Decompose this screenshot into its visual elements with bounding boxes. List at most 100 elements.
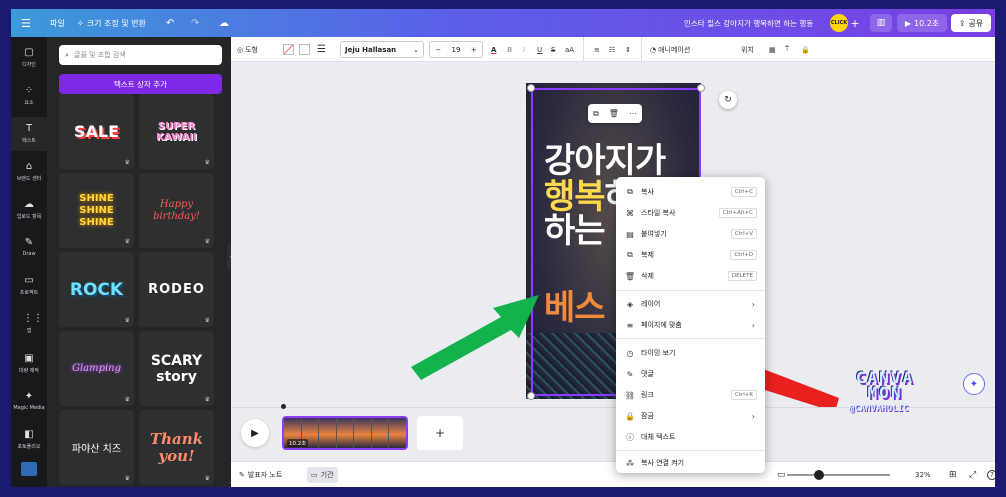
file-menu[interactable]: 파일 [50,9,65,37]
align-center-icon[interactable]: ≡ [583,37,600,62]
text-style-tile[interactable]: Glamping ♛ [59,331,134,406]
align-icon: ≡ [626,320,634,330]
animate-button[interactable]: ◔ 애니메이션 [641,37,690,62]
bold-icon[interactable]: B [507,37,512,62]
undo-icon[interactable]: ↶ [166,9,174,37]
menu-item-copy-style[interactable]: ⌘ 스타일 복사 Ctrl+Alt+C [616,203,765,223]
decrease-size-button[interactable]: − [435,46,441,54]
duration-button[interactable]: ▭ 기간 [307,467,338,483]
text-style-tile[interactable]: Thank you! ♛ [139,410,214,485]
color-swatch-none[interactable] [283,37,294,62]
menu-item-duplicate[interactable]: ⧉ 복제 Ctrl+D [616,245,765,265]
text-style-tile[interactable]: SUPER KAWAII ♛ [139,94,214,169]
grid-view-icon[interactable]: ⊞ [949,462,957,487]
hamburger-icon[interactable]: ☰ [21,9,31,37]
watermark-logo: CANVA MON [839,370,931,401]
text-style-tile[interactable]: SALE ♛ [59,94,134,169]
nav-item-magic-media[interactable]: ✦ Magic Media [11,385,47,419]
text-style-tile[interactable]: Happy birthday! ♛ [139,173,214,248]
menu-item-delete[interactable]: 🗑 삭제 DELETE [616,266,765,286]
font-size-stepper[interactable]: − 19 + [429,41,483,58]
document-title[interactable]: 인스타 릴스 강아지가 행복하면 하는 행동 [684,9,813,37]
strikethrough-icon[interactable]: S [551,37,555,62]
nav-item-projects[interactable]: ▭ 프로젝트 [11,269,47,303]
transparency-icon[interactable]: ▦ [769,37,776,62]
shape-button[interactable]: ◎ 도형 [237,37,258,62]
text-style-tile[interactable]: SHINE SHINE SHINE ♛ [59,173,134,248]
nav-item-elements[interactable]: ⁘ 요소 [11,79,47,113]
nav-item-apps[interactable]: ⋮⋮ 앱 [11,307,47,341]
spacing-icon[interactable]: ⇕ [625,37,631,62]
text-style-tile[interactable]: SCARY story ♛ [139,331,214,406]
menu-item-paste[interactable]: ▤ 붙여넣기 Ctrl+V [616,224,765,244]
nav-label: 업로드 항목 [16,214,42,220]
menu-item-fit-page[interactable]: ≡ 페이지에 맞춤 › [616,315,765,335]
folder-icon: ▭ [24,275,34,286]
insights-icon[interactable]: ▥ [870,14,892,32]
menu-item-alt-text[interactable]: ⓘ 대체 텍스트 [616,427,765,447]
nav-item-bulk-create[interactable]: ▣ 대량 제작 [11,347,47,381]
app-thumbnail-icon[interactable] [21,462,37,476]
menu-item-layer[interactable]: ◈ 레이어 › [616,294,765,314]
text-style-tile[interactable]: RODEO ♛ [139,252,214,327]
apps-icon: ⋮⋮ [23,313,43,324]
nav-item-brand[interactable]: ⌂ 브랜드 센터 [11,155,47,189]
list-icon[interactable]: ☷ [609,37,615,62]
nav-item-uploads[interactable]: ☁ 업로드 항목 [11,193,47,227]
add-text-box-button[interactable]: 텍스트 상자 추가 [59,74,222,94]
play-button[interactable]: ▶ 10.2초 [897,14,947,32]
menu-item-lock[interactable]: 🔒 잠금 › [616,406,765,426]
italic-icon[interactable]: I [523,37,525,62]
menu-label: 댓글 [641,370,654,378]
font-size-value[interactable]: 19 [452,46,461,54]
cloud-sync-icon[interactable]: ☁ [219,9,229,37]
resize-menu[interactable]: ✧ 크기 조정 및 변환 [77,9,146,37]
menu-item-link[interactable]: ⛓ 링크 Ctrl+K [616,385,765,405]
nav-item-photo[interactable]: ◧ 포토플리오 [11,423,47,457]
nav-label: 앱 [26,328,32,334]
increase-size-button[interactable]: + [471,46,477,54]
play-icon: ▶ [251,427,259,439]
style-paint-icon[interactable]: ⍑ [785,37,789,62]
fullscreen-icon[interactable]: ⤢ [969,462,976,487]
menu-item-copy-link[interactable]: ⁂ 복사 연결 켜기 [616,453,765,473]
text-style-tile[interactable]: ROCK ♛ [59,252,134,327]
nav-item-text[interactable]: T 텍스트 [11,117,47,151]
nav-item-design[interactable]: ▢ 디자인 [11,41,47,75]
text-style-tile[interactable]: 파야산 치즈 ♛ [59,410,134,485]
timeline-clip[interactable]: 10.2초 [282,416,408,450]
brand-icon: ⌂ [25,161,33,172]
editor-toolbar: ◎ 도형 ☰ Jeju Hallasan ⌄ − 19 + A B I U S aA ≡… [231,37,995,62]
font-family-select[interactable]: Jeju Hallasan ⌄ [340,41,424,58]
redo-icon[interactable]: ↷ [191,9,199,37]
zoom-slider-knob[interactable] [814,470,824,480]
help-button[interactable]: ? [987,462,995,487]
color-swatch-white[interactable] [299,37,310,62]
case-icon[interactable]: aA [565,37,574,62]
canvas-area[interactable]: 강아지가 행복하면 하는 베스 ⧉🗑⋯ ↻ [231,62,995,407]
notes-button[interactable]: ✎ 발표자 노트 [239,462,282,487]
lock-icon[interactable]: 🔒 [801,37,810,62]
menu-item-comment[interactable]: ✎ 댓글 [616,364,765,384]
menu-item-copy[interactable]: ⧉ 복사 Ctrl+C [616,182,765,202]
add-member-button[interactable]: + [849,14,861,32]
avatar[interactable]: CLICK [830,14,848,32]
underline-icon[interactable]: U [537,37,542,62]
zoom-level[interactable]: 32% [915,462,931,487]
add-page-button[interactable]: + [417,416,463,450]
magic-assistant-icon[interactable]: ✦ [963,373,985,395]
zoom-slider[interactable] [787,474,890,476]
share-button[interactable]: ⇪ 공유 [951,14,991,32]
border-style-icon[interactable]: ☰ [317,37,326,62]
search-input[interactable]: ⌕ 글꼴 및 조합 검색 [59,45,222,65]
page-view-icon[interactable]: ▭ [777,462,786,487]
timeline-play-button[interactable]: ▶ [241,419,269,447]
crown-icon: ♛ [204,317,210,324]
text-color-icon[interactable]: A [491,37,496,62]
position-button[interactable]: 위치 [741,37,754,62]
nav-item-draw[interactable]: ✎ Draw [11,231,47,265]
nav-label: 대량 제작 [19,368,39,374]
crown-icon: ♛ [204,396,210,403]
playhead[interactable] [281,404,286,409]
menu-item-show-timing[interactable]: ◷ 타이밍 보기 [616,343,765,363]
